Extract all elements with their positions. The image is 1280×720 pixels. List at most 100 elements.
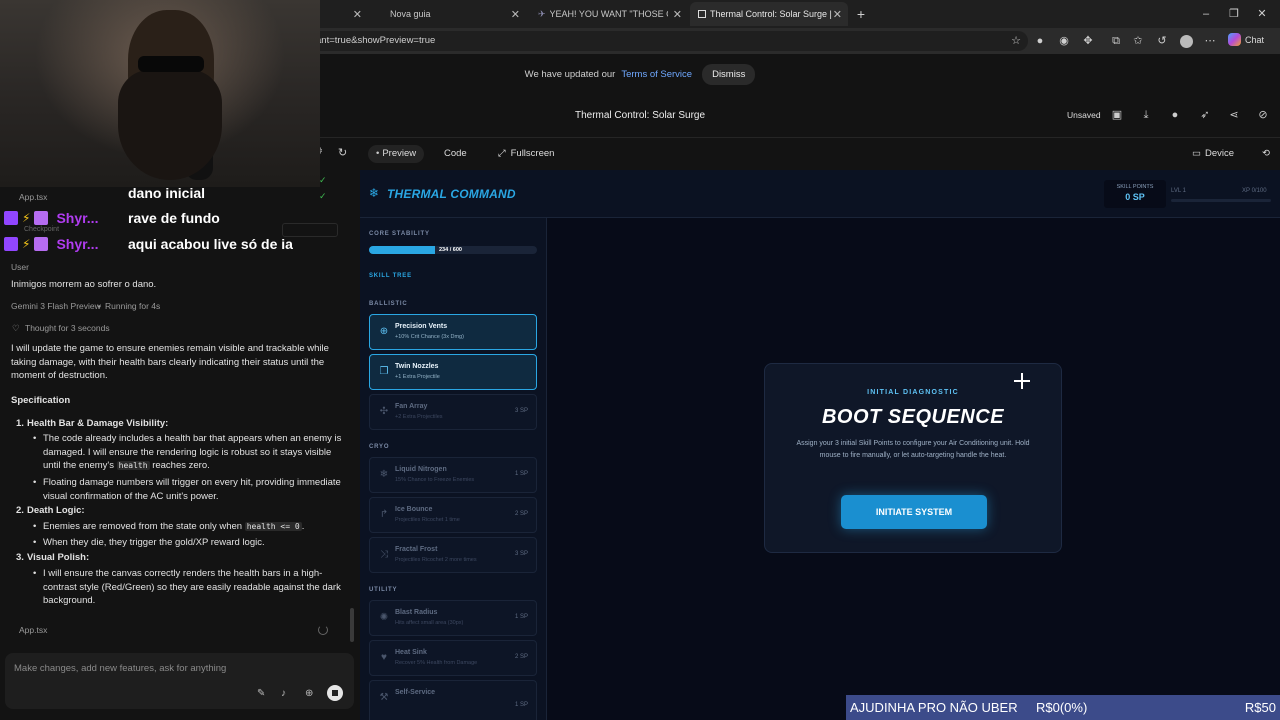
core-stability-bar: 234 / 600 bbox=[369, 246, 537, 254]
url-field[interactable]: ant=true&showPreview=true bbox=[300, 31, 1028, 51]
wrench-icon: ⚒ bbox=[379, 692, 389, 703]
tab-nova-guia[interactable]: Nova guia ✕ bbox=[380, 2, 526, 26]
restore-button[interactable] bbox=[282, 223, 338, 237]
maximize-icon[interactable]: ❐ bbox=[1226, 6, 1242, 22]
split-screen-icon[interactable]: ⧉ bbox=[1108, 33, 1124, 49]
scrollbar[interactable] bbox=[350, 608, 354, 642]
microphone-icon[interactable]: ♪ bbox=[281, 688, 286, 699]
copilot-chat-button[interactable]: Chat bbox=[1228, 33, 1264, 46]
close-tab-icon[interactable]: ✕ bbox=[673, 8, 682, 21]
checkpoint-label[interactable]: Checkpoint bbox=[24, 226, 59, 233]
skill-desc: 15% Chance to Freeze Enemies bbox=[395, 477, 475, 483]
dialog-description: Assign your 3 initial Skill Points to co… bbox=[796, 440, 1030, 459]
puzzle-icon[interactable]: ✥ bbox=[1080, 33, 1096, 49]
terms-link[interactable]: Terms of Service bbox=[621, 69, 692, 80]
list-item-number: 3. bbox=[16, 552, 24, 563]
favorites-icon[interactable]: ✩ bbox=[1130, 33, 1146, 49]
github-icon[interactable]: ● bbox=[1168, 108, 1182, 122]
stream-chat-user: Shyr... bbox=[56, 236, 99, 252]
skill-liquid-nitrogen[interactable]: ❄ Liquid Nitrogen 15% Chance to Freeze E… bbox=[369, 457, 537, 493]
share-icon[interactable]: ⋖ bbox=[1227, 108, 1241, 122]
twitch-badge-icon bbox=[4, 211, 18, 225]
download-icon[interactable]: ⤓ bbox=[1139, 108, 1153, 122]
extension-icon[interactable]: ◉ bbox=[1056, 33, 1072, 49]
sub-badge-icon bbox=[34, 237, 49, 251]
dismiss-button[interactable]: Dismiss bbox=[702, 63, 756, 85]
skill-cost: 1 SP bbox=[514, 614, 528, 620]
dot-icon: • bbox=[376, 148, 380, 159]
tab-yeah[interactable]: ✈ YEAH! YOU WANT "THOSE GAMES"... ✕ bbox=[530, 2, 688, 26]
skill-fractal-frost[interactable]: ⤨ Fractal Frost Projectiles Ricochet 2 m… bbox=[369, 537, 537, 573]
tab-preview-label: Preview bbox=[382, 148, 417, 159]
profile-avatar[interactable] bbox=[1178, 33, 1194, 49]
stop-button[interactable] bbox=[327, 685, 343, 701]
history-icon[interactable]: ↺ bbox=[1154, 33, 1170, 49]
skill-blast-radius[interactable]: ✺ Blast Radius Hits affect small area (3… bbox=[369, 600, 537, 636]
monitor-icon: ▭ bbox=[1192, 148, 1201, 159]
initiate-system-button[interactable]: INITIATE SYSTEM bbox=[841, 495, 987, 529]
thought-toggle[interactable]: Thought for 3 seconds bbox=[25, 323, 110, 333]
skill-precision-vents[interactable]: ⊕ Precision Vents +10% Crit Chance (3x D… bbox=[369, 314, 537, 350]
skill-points-value: 0 SP bbox=[1125, 192, 1145, 202]
skill-name: Blast Radius bbox=[395, 609, 438, 616]
skill-tree-label: SKILL TREE bbox=[369, 273, 412, 279]
tab-thermal-control[interactable]: Thermal Control: Solar Surge | Go... ✕ bbox=[690, 2, 848, 26]
deploy-rocket-icon[interactable]: ➶ bbox=[1198, 108, 1212, 122]
skill-name: Heat Sink bbox=[395, 649, 427, 656]
file-chip[interactable]: App.tsx bbox=[19, 192, 47, 202]
minimize-icon[interactable]: – bbox=[1198, 6, 1214, 22]
lightbulb-icon: ♡ bbox=[12, 323, 20, 333]
new-tab-button[interactable]: + bbox=[853, 6, 869, 22]
preview-toolbar: • Preview Code ⤢ Fullscreen ▭ Device ⟲ bbox=[360, 138, 1280, 170]
skill-heat-sink[interactable]: ♥ Heat Sink Recover 5% Health from Damag… bbox=[369, 640, 537, 676]
loading-spinner-icon bbox=[318, 625, 328, 635]
music-icon: ✈ bbox=[538, 8, 546, 19]
notice-text: We have updated our bbox=[524, 68, 616, 80]
skill-name: Twin Nozzles bbox=[395, 363, 439, 370]
section-ballistic: BALLISTIC bbox=[369, 301, 408, 307]
device-label: Device bbox=[1204, 148, 1235, 159]
close-tab-icon[interactable]: ✕ bbox=[353, 8, 362, 21]
magic-wand-icon[interactable]: ✎ bbox=[257, 688, 265, 699]
stream-chat-message: dano inicial bbox=[128, 185, 206, 201]
extension-icon[interactable]: ● bbox=[1032, 33, 1048, 49]
skill-fan-array[interactable]: ✣ Fan Array +2 Extra Projectiles 3 SP bbox=[369, 394, 537, 430]
skill-ice-bounce[interactable]: ↱ Ice Bounce Projectiles Ricochet 1 time… bbox=[369, 497, 537, 533]
check-icon: ✓ bbox=[319, 175, 327, 185]
skill-cost: 2 SP bbox=[514, 654, 528, 660]
tab-preview[interactable]: • Preview bbox=[368, 145, 425, 163]
core-stability-value: 234 / 600 bbox=[439, 247, 462, 253]
close-tab-icon[interactable]: ✕ bbox=[833, 8, 842, 21]
sunglasses bbox=[138, 56, 204, 72]
prompt-input[interactable]: Make changes, add new features, ask for … bbox=[14, 663, 226, 674]
prompt-input-box[interactable]: Make changes, add new features, ask for … bbox=[5, 653, 354, 709]
bullet-dot: • bbox=[33, 521, 37, 532]
heart-icon: ♥ bbox=[381, 652, 387, 663]
core-stability-label: CORE STABILITY bbox=[369, 231, 430, 237]
donation-current: R$0(0%) bbox=[1036, 700, 1088, 715]
person-beard bbox=[118, 70, 222, 180]
refresh-icon[interactable]: ↻ bbox=[338, 146, 347, 159]
close-tab-icon[interactable]: ✕ bbox=[511, 8, 520, 21]
tab-code[interactable]: Code bbox=[436, 145, 475, 163]
hide-icon[interactable]: ⊘ bbox=[1256, 108, 1270, 122]
close-window-icon[interactable]: ✕ bbox=[1254, 6, 1270, 22]
copilot-icon bbox=[1228, 33, 1241, 46]
add-icon[interactable]: ⊕ bbox=[305, 688, 313, 699]
tab-fullscreen[interactable]: ⤢ Fullscreen bbox=[490, 145, 562, 163]
reload-preview-icon[interactable]: ⟲ bbox=[1254, 145, 1278, 163]
tab-partial[interactable]: ✕ bbox=[320, 2, 368, 26]
skill-self-service[interactable]: ⚒ Self-Service 1 SP bbox=[369, 680, 537, 720]
file-chip[interactable]: App.tsx bbox=[19, 625, 47, 635]
more-menu-icon[interactable]: ⋯ bbox=[1202, 33, 1218, 49]
game-canvas[interactable]: ❄ THERMAL COMMAND SKILL POINTS 0 SP LVL … bbox=[360, 170, 1280, 720]
star-icon[interactable]: ☆ bbox=[1008, 33, 1024, 49]
skill-name: Precision Vents bbox=[395, 323, 448, 330]
device-button[interactable]: ▭ Device bbox=[1184, 145, 1242, 163]
check-icon: ✓ bbox=[319, 191, 327, 201]
save-icon[interactable]: ▣ bbox=[1110, 108, 1124, 122]
skill-twin-nozzles[interactable]: ❐ Twin Nozzles +1 Extra Projectile bbox=[369, 354, 537, 390]
list-item-bullet: The code already includes a health bar t… bbox=[43, 433, 342, 471]
webcam-overlay bbox=[0, 0, 320, 187]
skill-desc: +1 Extra Projectile bbox=[395, 374, 440, 380]
